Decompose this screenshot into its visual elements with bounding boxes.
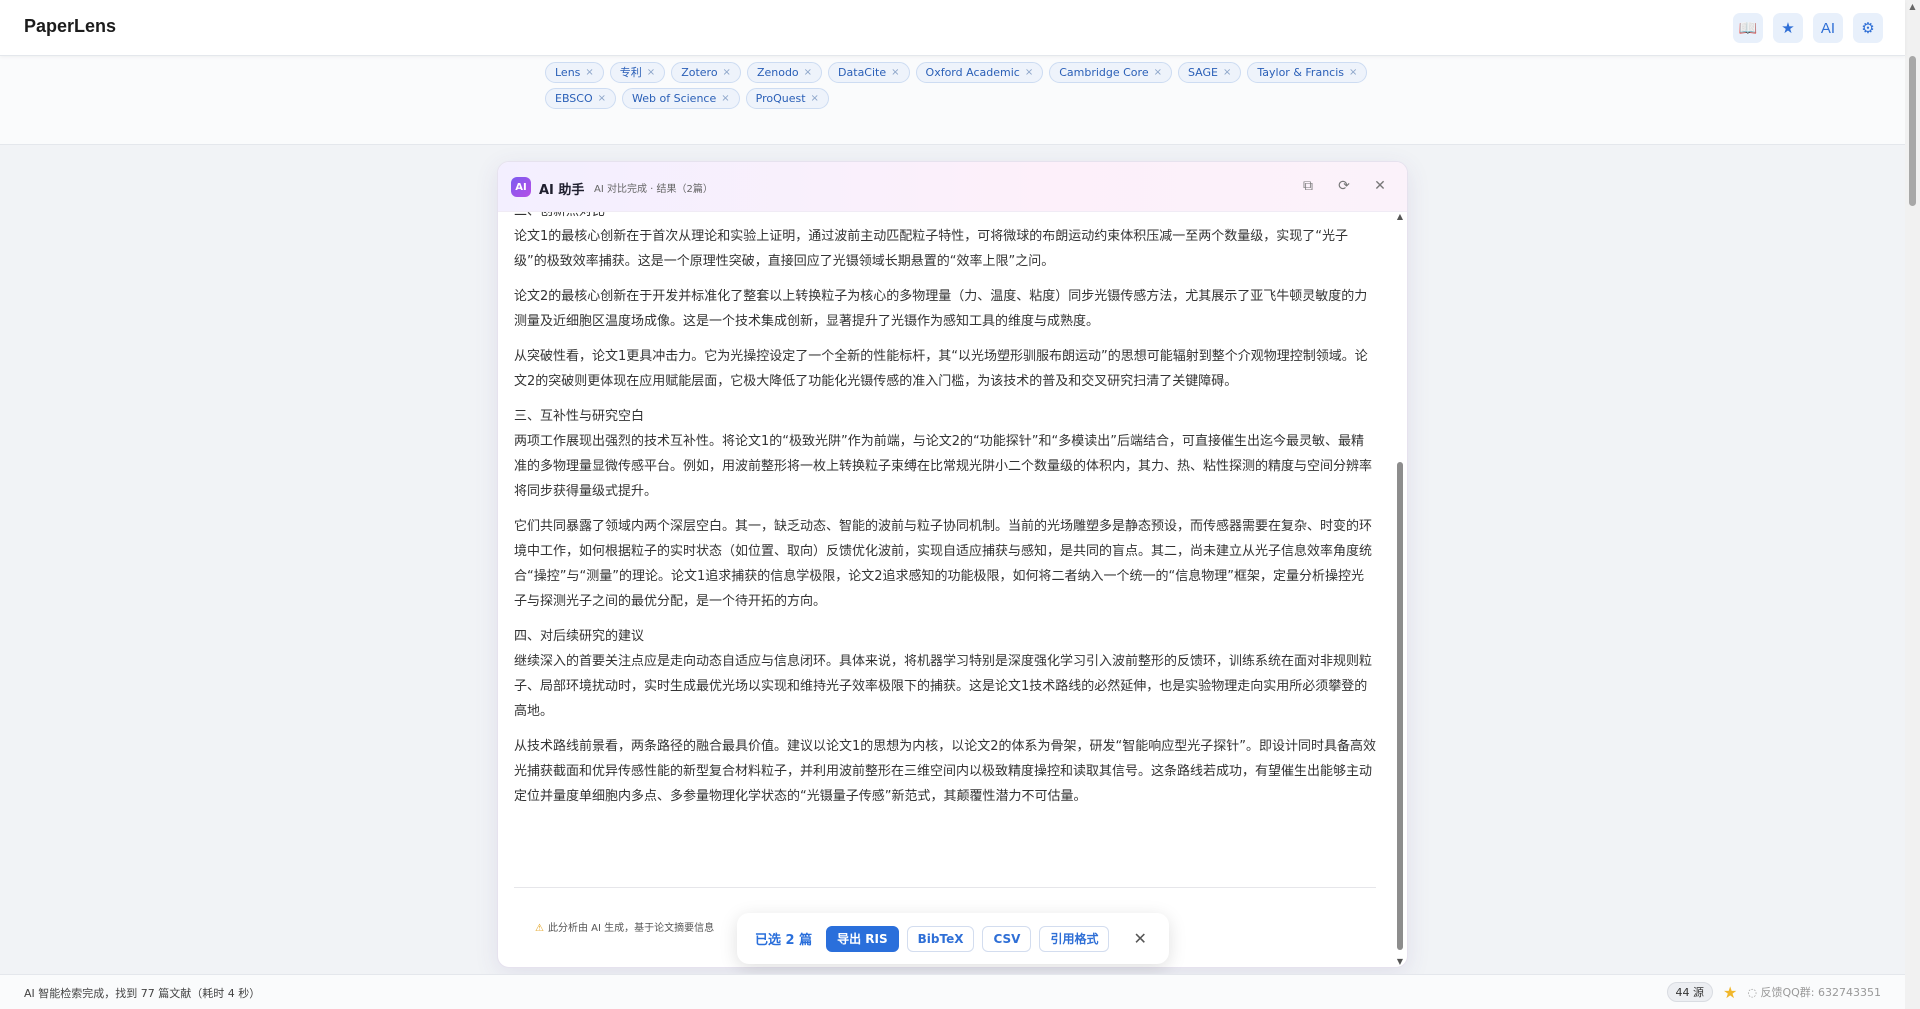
analysis-paragraph: 它们共同暴露了领域内两个深层空白。其一，缺乏动态、智能的波前与粒子协同机制。当前…	[514, 519, 1373, 609]
selected-count: 已选 2 篇	[755, 933, 813, 948]
search-status-text: AI 智能检索完成，找到 77 篇文献（耗时 4 秒）	[24, 987, 261, 1000]
copy-icon[interactable]: ⧉	[1299, 177, 1317, 195]
cite-format-button[interactable]: 引用格式	[1039, 925, 1110, 952]
star-icon[interactable]: ★	[1773, 13, 1803, 43]
remove-tag-icon[interactable]: ×	[1223, 63, 1231, 82]
tag-label: Taylor & Francis	[1257, 66, 1344, 79]
section-heading: 二、创新点对比	[514, 212, 1376, 224]
ai-panel-title: AI 助手	[539, 183, 585, 198]
source-filter-tag[interactable]: Lens ×	[545, 62, 604, 83]
tag-label: Oxford Academic	[925, 66, 1020, 79]
analysis-paragraph: 从突破性看，论文1更具冲击力。它为光操控设定了一个全新的性能标杆，其“以光场塑形…	[514, 349, 1368, 389]
book-icon[interactable]: 📖	[1733, 13, 1763, 43]
source-filter-tag[interactable]: 专利 ×	[609, 62, 666, 83]
tag-label: ProQuest	[755, 92, 806, 105]
analysis-paragraph: 论文1的最核心创新在于首次从理论和实验上证明，通过波前主动匹配粒子特性，可将微球…	[514, 229, 1349, 269]
ai-panel-status: AI 对比完成 · 结果（2篇）	[594, 184, 713, 195]
tag-label: 专利	[619, 66, 642, 79]
analysis-paragraph: 论文2的最核心创新在于开发并标准化了整套以上转换粒子为核心的多物理量（力、温度、…	[514, 289, 1368, 329]
remove-tag-icon[interactable]: ×	[598, 89, 606, 108]
bibtex-button[interactable]: BibTeX	[906, 925, 975, 952]
remove-tag-icon[interactable]: ×	[1025, 63, 1033, 82]
scrollbar-thumb[interactable]	[1397, 462, 1403, 950]
source-tags: Lens × 专利 × Zotero × Zenodo × DataCite × Oxford Ac…	[545, 62, 1368, 114]
top-actions: 📖 ★ AI ⚙	[1733, 13, 1883, 43]
export-ris-button[interactable]: 导出 RIS	[826, 925, 899, 952]
close-icon[interactable]: ✕	[1371, 177, 1389, 195]
source-filter-tag[interactable]: EBSCO ×	[545, 88, 617, 109]
analysis-paragraph: 从技术路线前景看，两条路径的融合最具价值。建议以论文1的思想为内核，以论文2的体…	[514, 739, 1376, 804]
tag-row: Lens × 专利 × Zotero × Zenodo × DataCite × Oxford Ac…	[545, 62, 1368, 83]
tag-row: EBSCO × Web of Science × ProQuest ×	[545, 88, 1305, 109]
ai-panel-header: AI AI 助手 AI 对比完成 · 结果（2篇） ⧉ ⟳ ✕	[498, 162, 1407, 212]
source-filter-tag[interactable]: Web of Science ×	[622, 88, 740, 109]
page-scrollbar[interactable]: ▲	[1905, 0, 1920, 1009]
scroll-up-icon[interactable]: ▲	[1905, 0, 1920, 14]
gear-icon[interactable]: ⚙	[1853, 13, 1883, 43]
scroll-up-icon[interactable]: ▲	[1395, 212, 1405, 221]
tag-label: Cambridge Core	[1059, 66, 1149, 79]
remove-tag-icon[interactable]: ×	[723, 63, 731, 82]
close-icon[interactable]: ✕	[1133, 929, 1146, 948]
sources-badge[interactable]: 44 源	[1666, 982, 1714, 1002]
source-filter-tag[interactable]: Taylor & Francis ×	[1247, 62, 1368, 83]
warning-icon: ⚠	[535, 923, 544, 934]
source-filter-tag[interactable]: Zenodo ×	[746, 62, 823, 83]
remove-tag-icon[interactable]: ×	[891, 63, 899, 82]
tag-label: Web of Science	[632, 92, 717, 105]
status-bar: AI 智能检索完成，找到 77 篇文献（耗时 4 秒） 44 源 ★ ◌ 反馈Q…	[0, 974, 1905, 1009]
source-filter-tag[interactable]: Oxford Academic ×	[915, 62, 1044, 83]
scroll-down-icon[interactable]: ▼	[1395, 957, 1405, 966]
section-heading: 三、互补性与研究空白	[514, 409, 645, 424]
source-filter-tag[interactable]: SAGE ×	[1177, 62, 1242, 83]
remove-tag-icon[interactable]: ×	[804, 63, 812, 82]
ai-panel-tools: ⧉ ⟳ ✕	[1299, 177, 1389, 195]
top-navbar: PaperLens 📖 ★ AI ⚙	[0, 0, 1905, 56]
tag-label: EBSCO	[555, 92, 593, 105]
remove-tag-icon[interactable]: ×	[585, 63, 593, 82]
remove-tag-icon[interactable]: ×	[721, 89, 729, 108]
content-divider	[514, 887, 1376, 888]
source-filter-tag[interactable]: DataCite ×	[828, 62, 910, 83]
tag-label: DataCite	[838, 66, 887, 79]
tag-label: SAGE	[1187, 66, 1218, 79]
analysis-paragraph: 继续深入的首要关注点应是走向动态自适应与信息闭环。具体来说，将机器学习特别是深度…	[514, 654, 1373, 719]
status-right: 44 源 ★ ◌ 反馈QQ群: 632743351	[1666, 982, 1881, 1002]
scrollbar-thumb[interactable]	[1909, 56, 1916, 206]
source-filter-area: Lens × 专利 × Zotero × Zenodo × DataCite × Oxford Ac…	[0, 56, 1905, 145]
analysis-paragraph: 两项工作展现出强烈的技术互补性。将论文1的“极致光阱”作为前端，与论文2的“功能…	[514, 434, 1373, 499]
source-filter-tag[interactable]: ProQuest ×	[745, 88, 829, 109]
ai-disclaimer: ⚠ 此分析由 AI 生成，基于论文摘要信息	[535, 919, 714, 934]
selection-toolbar: 已选 2 篇 导出 RIS BibTeX CSV 引用格式 ✕	[737, 913, 1169, 964]
panel-scrollbar[interactable]: ▲ ▼	[1395, 212, 1405, 966]
source-filter-tag[interactable]: Cambridge Core ×	[1049, 62, 1172, 83]
refresh-icon[interactable]: ⟳	[1335, 177, 1353, 195]
remove-tag-icon[interactable]: ×	[1349, 63, 1357, 82]
csv-button[interactable]: CSV	[982, 925, 1032, 952]
source-filter-tag[interactable]: Zotero ×	[671, 62, 741, 83]
remove-tag-icon[interactable]: ×	[1154, 63, 1162, 82]
ai-assistant-panel: AI AI 助手 AI 对比完成 · 结果（2篇） ⧉ ⟳ ✕ 二、创新点对比 …	[497, 161, 1408, 968]
tag-label: Lens	[555, 66, 581, 79]
section-heading: 四、对后续研究的建议	[514, 629, 645, 644]
disclaimer-text: 此分析由 AI 生成，基于论文摘要信息	[547, 923, 715, 934]
app-logo[interactable]: PaperLens	[24, 16, 116, 37]
tag-label: Zotero	[681, 66, 718, 79]
remove-tag-icon[interactable]: ×	[811, 89, 819, 108]
star-icon[interactable]: ★	[1723, 983, 1737, 1002]
ai-analysis-content: 二、创新点对比 论文1的最核心创新在于首次从理论和实验上证明，通过波前主动匹配粒…	[514, 212, 1376, 887]
feedback-qq-text: ◌ 反馈QQ群: 632743351	[1747, 986, 1881, 999]
ai-icon[interactable]: AI	[1813, 13, 1843, 43]
tag-label: Zenodo	[756, 66, 799, 79]
ai-badge-icon: AI	[511, 177, 531, 197]
remove-tag-icon[interactable]: ×	[647, 63, 655, 82]
